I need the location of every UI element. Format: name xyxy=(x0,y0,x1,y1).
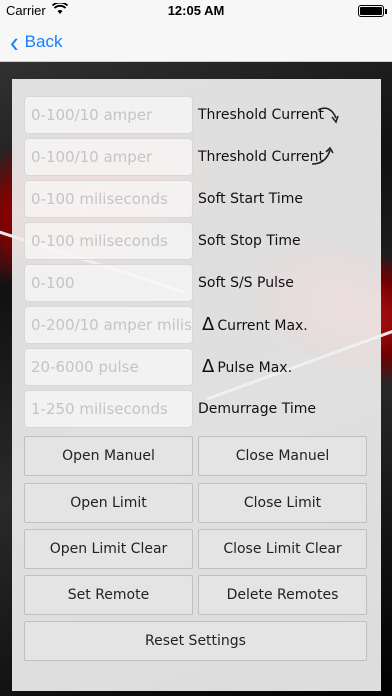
navigation-bar: ‹ Back xyxy=(0,22,392,62)
demurrage-time-label: Demurrage Time xyxy=(198,401,316,417)
setting-row-pulse-max: 20-6000 pulse Δ Pulse Max. xyxy=(24,348,371,386)
chevron-left-icon: ‹ xyxy=(10,25,19,59)
delta-icon: Δ xyxy=(202,314,215,335)
battery-tip xyxy=(385,9,387,14)
delete-remotes-button[interactable]: Delete Remotes xyxy=(198,575,367,615)
soft-stop-time-label: Soft Stop Time xyxy=(198,233,301,249)
soft-start-time-input[interactable]: 0-100 miliseconds xyxy=(24,180,193,218)
delta-icon: Δ xyxy=(202,356,215,377)
back-label: Back xyxy=(24,32,63,51)
pulse-max-input[interactable]: 20-6000 pulse xyxy=(24,348,193,386)
current-max-label-group: Δ Current Max. xyxy=(202,306,308,344)
reset-settings-button[interactable]: Reset Settings xyxy=(24,621,367,661)
soft-ss-pulse-label: Soft S/S Pulse xyxy=(198,275,294,291)
open-limit-clear-button[interactable]: Open Limit Clear xyxy=(24,529,193,569)
close-limit-clear-button[interactable]: Close Limit Clear xyxy=(198,529,367,569)
current-max-input[interactable]: 0-200/10 amper miliseconds xyxy=(24,306,193,344)
setting-row-threshold-current-up: 0-100/10 amper Threshold Current xyxy=(24,138,371,176)
back-button[interactable]: ‹ Back xyxy=(10,25,63,59)
setting-row-current-max: 0-200/10 amper miliseconds ΔCurrent Max. xyxy=(24,306,371,344)
threshold-current-down-input[interactable]: 0-100/10 amper xyxy=(24,96,193,134)
setting-row-threshold-current-down: 0-100/10 amper Threshold Current xyxy=(24,96,371,134)
setting-row-demurrage-time: 1-250 miliseconds Demurrage Time xyxy=(24,390,371,428)
soft-start-time-label: Soft Start Time xyxy=(198,191,303,207)
threshold-current-up-input[interactable]: 0-100/10 amper xyxy=(24,138,193,176)
close-limit-button[interactable]: Close Limit xyxy=(198,483,367,523)
setting-row-soft-ss-pulse: 0-100 Soft S/S Pulse xyxy=(24,264,371,302)
open-limit-button[interactable]: Open Limit xyxy=(24,483,193,523)
soft-ss-pulse-input[interactable]: 0-100 xyxy=(24,264,193,302)
status-bar: Carrier 12:05 AM xyxy=(0,0,392,22)
threshold-current-up-label: Threshold Current xyxy=(198,149,325,165)
curved-arrow-down-icon xyxy=(317,107,339,124)
pulse-max-label: Pulse Max. xyxy=(217,360,293,376)
settings-panel: 0-100/10 amper Threshold Current 0-100/1… xyxy=(12,79,381,691)
set-remote-button[interactable]: Set Remote xyxy=(24,575,193,615)
pulse-max-label-group: Δ Pulse Max. xyxy=(202,348,292,386)
demurrage-time-input[interactable]: 1-250 miliseconds xyxy=(24,390,193,428)
setting-row-soft-start-time: 0-100 miliseconds Soft Start Time xyxy=(24,180,371,218)
curved-arrow-up-icon xyxy=(311,146,334,165)
threshold-current-down-label: Threshold Current xyxy=(198,107,325,123)
setting-row-soft-stop-time: 0-100 miliseconds Soft Stop Time xyxy=(24,222,371,260)
current-max-label: Current Max. xyxy=(217,318,308,334)
soft-stop-time-input[interactable]: 0-100 miliseconds xyxy=(24,222,193,260)
clock: 12:05 AM xyxy=(167,3,225,18)
open-manuel-button[interactable]: Open Manuel xyxy=(24,436,193,476)
close-manuel-button[interactable]: Close Manuel xyxy=(198,436,367,476)
battery-icon xyxy=(358,5,384,17)
